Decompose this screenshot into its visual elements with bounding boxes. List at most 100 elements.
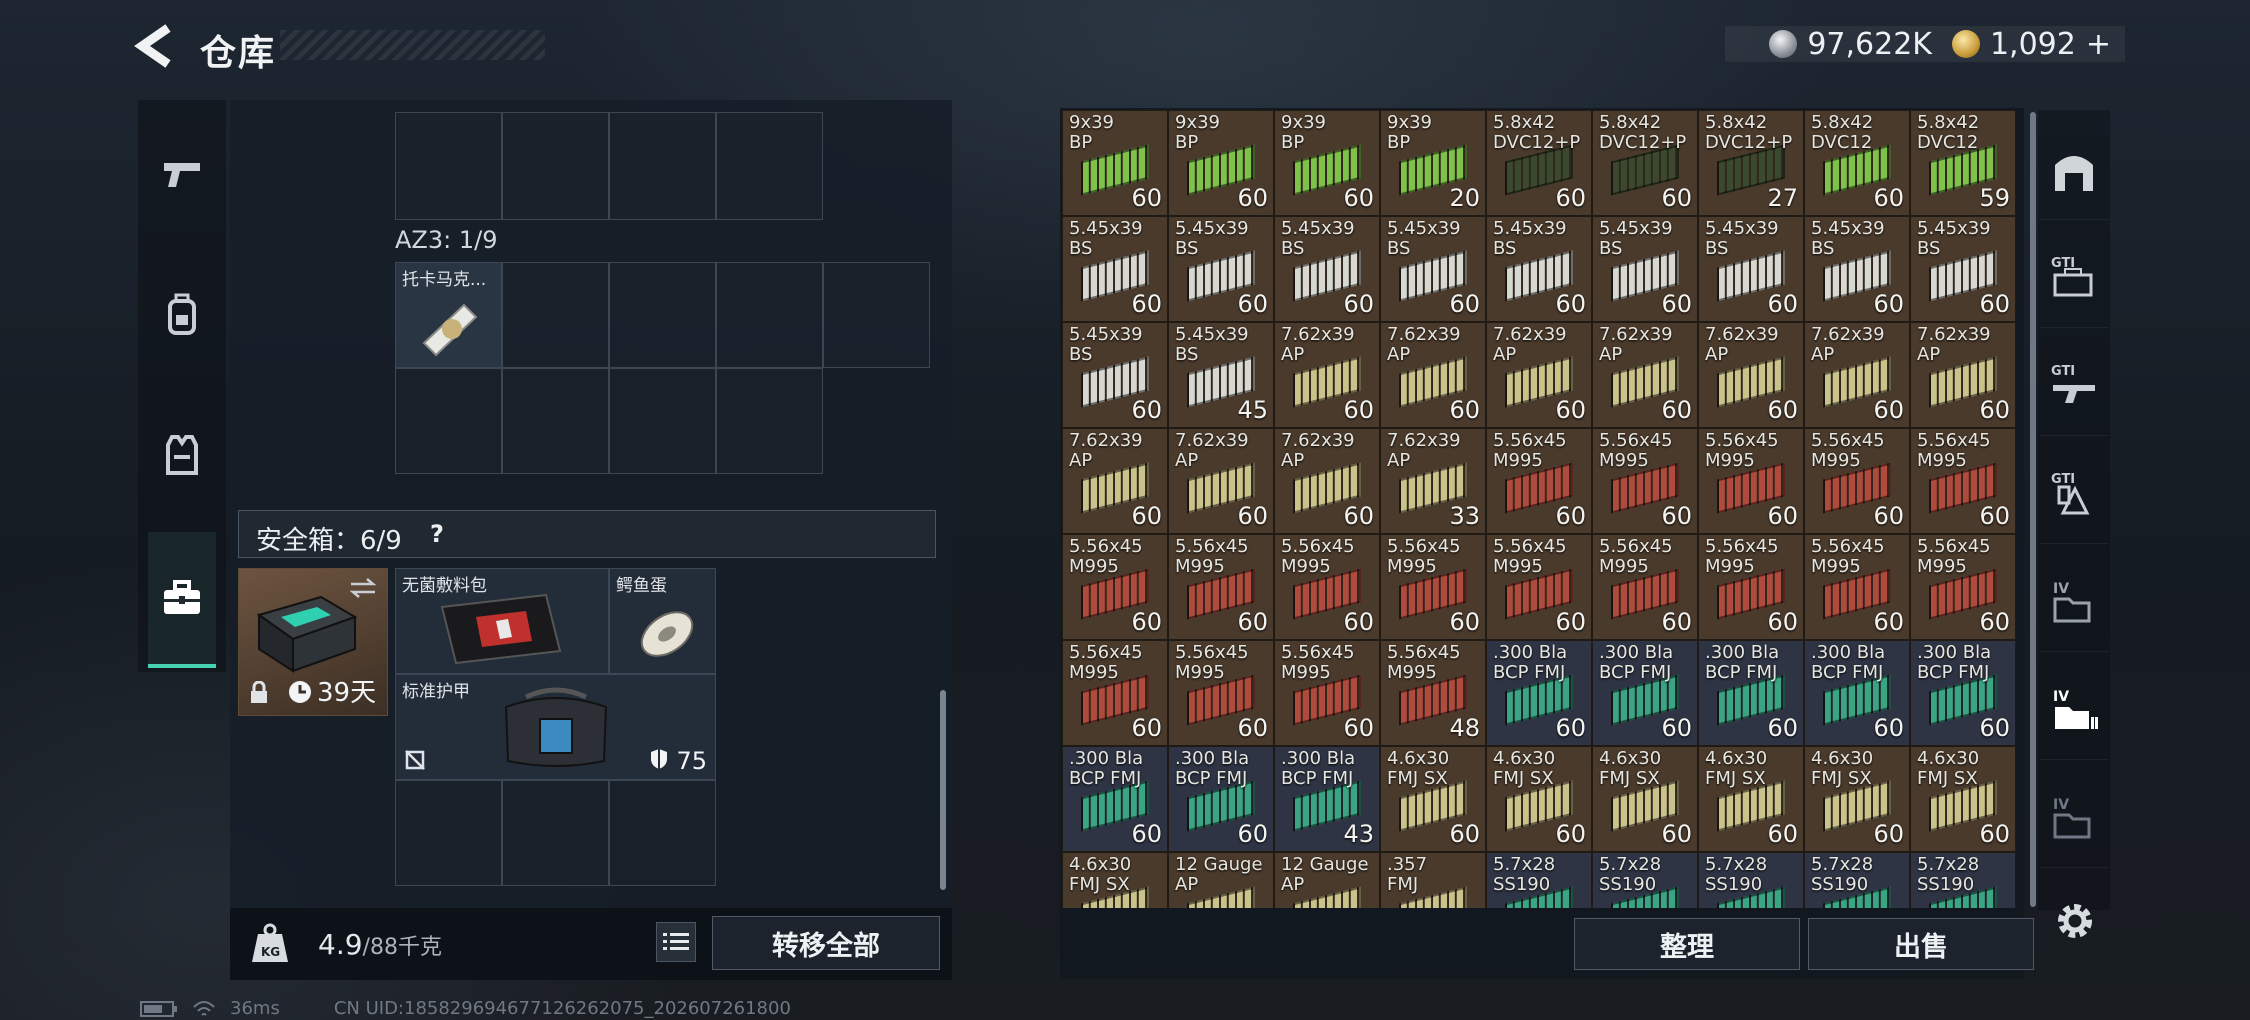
ammo-stack[interactable]: 5.45x39 BS 60 — [1274, 216, 1380, 322]
ammo-stack[interactable]: 5.56x45 M995 60 — [1804, 428, 1910, 534]
grid-slot[interactable] — [609, 780, 716, 886]
grid-slot[interactable] — [823, 262, 930, 368]
ammo-stack[interactable]: 5.7x28 SS190 — [1804, 852, 1910, 908]
ammo-stack[interactable]: .300 Bla BCP FMJ 60 — [1698, 640, 1804, 746]
ammo-stack[interactable]: 5.56x45 M995 60 — [1062, 534, 1168, 640]
ammo-stack[interactable]: 5.8x42 DVC12+P 27 — [1698, 110, 1804, 216]
ammo-stack[interactable]: 9x39 BP 60 — [1274, 110, 1380, 216]
ammo-stack[interactable]: 7.62x39 AP 60 — [1486, 322, 1592, 428]
ammo-stack[interactable]: 5.45x39 BS 60 — [1592, 216, 1698, 322]
ammo-stack[interactable]: 5.45x39 BS 60 — [1168, 216, 1274, 322]
ammo-stack[interactable]: 5.56x45 M995 60 — [1274, 640, 1380, 746]
ammo-stack[interactable]: .300 Bla BCP FMJ 60 — [1592, 640, 1698, 746]
grid-slot[interactable] — [716, 262, 823, 368]
grid-slot[interactable] — [609, 262, 716, 368]
stash-tab-armor[interactable] — [2040, 120, 2108, 220]
list-view-button[interactable] — [656, 922, 696, 962]
ammo-stack[interactable]: 9x39 BP 20 — [1380, 110, 1486, 216]
ammo-stack[interactable]: 7.62x39 AP 60 — [1910, 322, 2016, 428]
nav-weapons[interactable] — [148, 120, 216, 230]
ammo-stack[interactable]: .300 Bla BCP FMJ 60 — [1910, 640, 2016, 746]
ammo-stack[interactable]: .300 Bla BCP FMJ 60 — [1804, 640, 1910, 746]
ammo-stack[interactable]: 7.62x39 AP 60 — [1804, 322, 1910, 428]
transfer-all-button[interactable]: 转移全部 — [712, 916, 940, 970]
ammo-stack[interactable]: 5.7x28 SS190 — [1698, 852, 1804, 908]
ammo-stack[interactable]: 5.8x42 DVC12+P 60 — [1486, 110, 1592, 216]
container-scrollbar[interactable] — [940, 690, 946, 890]
grid-slot[interactable] — [609, 368, 716, 474]
ammo-stack[interactable]: 7.62x39 AP 60 — [1168, 428, 1274, 534]
ammo-stack[interactable]: 5.45x39 BS 60 — [1698, 216, 1804, 322]
nav-secure-case[interactable] — [148, 532, 216, 668]
sort-button[interactable]: 整理 — [1574, 918, 1800, 970]
ammo-stack[interactable]: 7.62x39 AP 60 — [1380, 322, 1486, 428]
ammo-stack[interactable]: 7.62x39 AP 33 — [1380, 428, 1486, 534]
ammo-stack[interactable]: 5.56x45 M995 60 — [1698, 428, 1804, 534]
ammo-stack[interactable]: .300 Bla BCP FMJ 60 — [1486, 640, 1592, 746]
stash-tab-iv-2[interactable]: IV — [2040, 660, 2108, 760]
nav-vest[interactable] — [148, 400, 216, 510]
grid-slot[interactable] — [502, 780, 609, 886]
settings-button[interactable] — [2052, 898, 2098, 944]
grid-slot[interactable] — [609, 112, 716, 220]
ammo-stack[interactable]: 5.7x28 SS190 — [1592, 852, 1698, 908]
back-button[interactable] — [132, 22, 182, 70]
ammo-stack[interactable]: 5.56x45 M995 60 — [1592, 428, 1698, 534]
stash-tab-iv-3[interactable]: IV — [2040, 768, 2108, 868]
stash-tab-gti-weapon[interactable]: GTI — [2040, 336, 2108, 436]
grid-slot[interactable] — [716, 368, 823, 474]
ammo-stack[interactable]: 5.56x45 M995 60 — [1380, 534, 1486, 640]
ammo-stack[interactable]: .300 Bla BCP FMJ 43 — [1274, 746, 1380, 852]
item-slot-crocodile-egg[interactable]: 鳄鱼蛋 — [609, 568, 716, 674]
ammo-stack[interactable]: 5.45x39 BS 60 — [1910, 216, 2016, 322]
ammo-stack[interactable]: 5.45x39 BS 45 — [1168, 322, 1274, 428]
ammo-stack[interactable]: 5.56x45 M995 60 — [1592, 534, 1698, 640]
ammo-stack[interactable]: .300 Bla BCP FMJ 60 — [1062, 746, 1168, 852]
stash-tab-gti-case[interactable]: GTI — [2040, 228, 2108, 328]
ammo-stack[interactable]: 7.62x39 AP 60 — [1698, 322, 1804, 428]
ammo-stack[interactable]: 7.62x39 AP 60 — [1592, 322, 1698, 428]
ammo-stack[interactable]: 5.8x42 DVC12 59 — [1910, 110, 2016, 216]
ammo-stack[interactable]: 5.56x45 M995 60 — [1910, 534, 2016, 640]
grid-slot[interactable] — [395, 780, 502, 886]
ammo-stack[interactable]: 7.62x39 AP 60 — [1274, 428, 1380, 534]
ammo-stack[interactable]: 5.56x45 M995 60 — [1486, 428, 1592, 534]
swap-icon[interactable] — [349, 577, 377, 599]
ammo-stack[interactable]: .300 Bla BCP FMJ 60 — [1168, 746, 1274, 852]
grid-slot[interactable] — [395, 112, 502, 220]
ammo-stack[interactable]: 4.6x30 FMJ SX 60 — [1592, 746, 1698, 852]
ammo-stack[interactable]: 5.45x39 BS 60 — [1804, 216, 1910, 322]
sell-button[interactable]: 出售 — [1808, 918, 2034, 970]
stash-tab-gti-grenade[interactable]: GTI — [2040, 444, 2108, 544]
ammo-stack[interactable]: 4.6x30 FMJ SX 60 — [1698, 746, 1804, 852]
ammo-stack[interactable]: 5.45x39 BS 60 — [1062, 322, 1168, 428]
az3-item-slot[interactable]: 托卡马克... — [395, 262, 502, 368]
ammo-stack[interactable]: 4.6x30 FMJ SX 60 — [1804, 746, 1910, 852]
grid-slot[interactable] — [502, 368, 609, 474]
ammo-stack[interactable]: .357 FMJ — [1380, 852, 1486, 908]
ammo-stack[interactable]: 5.56x45 M995 60 — [1168, 534, 1274, 640]
weight-button[interactable]: KG — [244, 918, 296, 970]
add-currency-button[interactable]: + — [2086, 27, 2111, 62]
ammo-stack[interactable]: 5.7x28 SS190 — [1486, 852, 1592, 908]
ammo-stack[interactable]: 12 Gauge AP — [1168, 852, 1274, 908]
ammo-stack[interactable]: 4.6x30 FMJ SX 60 — [1486, 746, 1592, 852]
ammo-stack[interactable]: 12 Gauge AP — [1274, 852, 1380, 908]
grid-slot[interactable] — [502, 262, 609, 368]
stash-scrollbar[interactable] — [2030, 112, 2036, 907]
ammo-stack[interactable]: 5.56x45 M995 60 — [1486, 534, 1592, 640]
ammo-stack[interactable]: 5.7x28 SS190 — [1910, 852, 2016, 908]
ammo-stack[interactable]: 5.45x39 BS 60 — [1486, 216, 1592, 322]
ammo-stack[interactable]: 5.56x45 M995 60 — [1274, 534, 1380, 640]
ammo-stack[interactable]: 5.56x45 M995 60 — [1062, 640, 1168, 746]
grid-slot[interactable] — [395, 368, 502, 474]
nav-backpack[interactable] — [148, 260, 216, 370]
ammo-stack[interactable]: 5.45x39 BS 60 — [1062, 216, 1168, 322]
stash-tab-iv-1[interactable]: IV — [2040, 552, 2108, 652]
ammo-stack[interactable]: 9x39 BP 60 — [1168, 110, 1274, 216]
item-slot-sterile-bandage[interactable]: 无菌敷料包 — [395, 568, 609, 674]
ammo-stack[interactable]: 5.8x42 DVC12+P 60 — [1592, 110, 1698, 216]
ammo-stack[interactable]: 4.6x30 FMJ SX 60 — [1910, 746, 2016, 852]
ammo-stack[interactable]: 4.6x30 FMJ SX — [1062, 852, 1168, 908]
ammo-stack[interactable]: 7.62x39 AP 60 — [1062, 428, 1168, 534]
